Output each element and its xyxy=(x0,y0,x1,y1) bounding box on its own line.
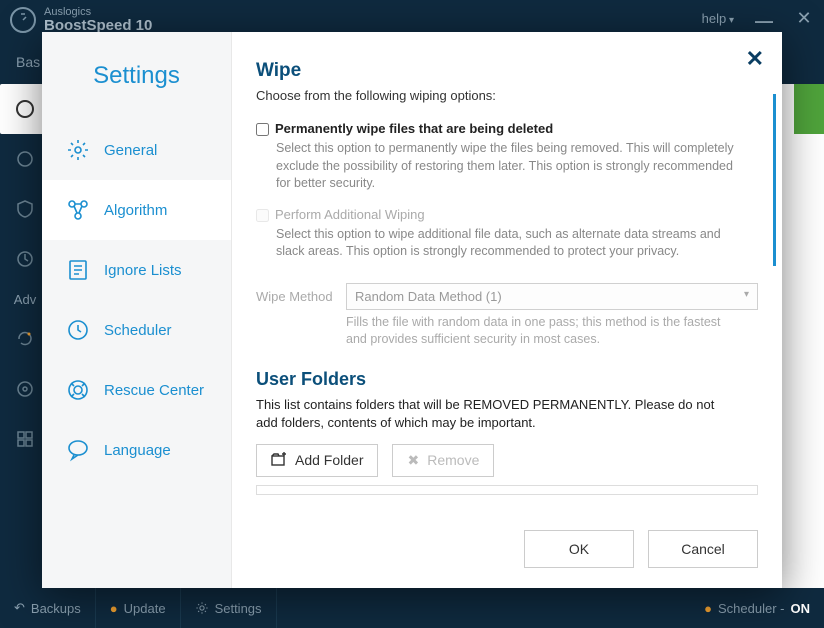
nav-left-label: Bas xyxy=(16,54,40,70)
bottom-backups-label: Backups xyxy=(31,601,81,616)
list-icon xyxy=(66,258,90,282)
settings-title: Settings xyxy=(42,62,231,90)
app-logo: Auslogics BoostSpeed 10 xyxy=(10,6,152,35)
cancel-button[interactable]: Cancel xyxy=(648,530,758,568)
add-folder-icon xyxy=(271,452,287,468)
scheduler-icon: ● xyxy=(704,601,712,616)
clock-icon xyxy=(66,318,90,342)
wipe-subtitle: Choose from the following wiping options… xyxy=(256,88,758,103)
help-menu[interactable]: help xyxy=(702,11,734,26)
remove-folder-button: ✖ Remove xyxy=(392,444,494,477)
sidebar-item-label: Ignore Lists xyxy=(104,262,182,279)
sidebar-item-algorithm[interactable]: Algorithm xyxy=(42,180,231,240)
close-window-button[interactable]: ✕ xyxy=(794,8,814,29)
wipe-method-row: Wipe Method Random Data Method (1) xyxy=(256,283,758,310)
speech-icon xyxy=(66,438,90,462)
settings-content: ✕ Wipe Choose from the following wiping … xyxy=(232,32,782,588)
option-label: Permanently wipe files that are being de… xyxy=(275,121,553,136)
sidebar-item-general[interactable]: General xyxy=(42,120,231,180)
sidebar-item-ignore-lists[interactable]: Ignore Lists xyxy=(42,240,231,300)
wipe-method-select[interactable]: Random Data Method (1) xyxy=(346,283,758,310)
scheduler-label: Scheduler - xyxy=(718,601,784,616)
minimize-button[interactable]: — xyxy=(754,11,774,32)
wipe-method-value: Random Data Method (1) xyxy=(355,289,502,304)
sidebar-item-label: Scheduler xyxy=(104,322,172,339)
remove-folder-label: Remove xyxy=(427,452,479,468)
scrollbar[interactable] xyxy=(773,94,776,266)
checkbox-permanent-wipe[interactable] xyxy=(256,123,269,136)
sidebar-item-label: General xyxy=(104,142,157,159)
bottom-update-label: Update xyxy=(124,601,166,616)
sidebar-item-label: Rescue Center xyxy=(104,382,204,399)
bottom-settings[interactable]: Settings xyxy=(181,588,277,628)
wipe-method-label: Wipe Method xyxy=(256,289,336,304)
user-folders-title: User Folders xyxy=(256,369,758,390)
ok-button[interactable]: OK xyxy=(524,530,634,568)
sidebar-item-label: Algorithm xyxy=(104,202,167,219)
option-label: Perform Additional Wiping xyxy=(275,207,425,222)
settings-dialog: Settings General Algorithm Ignore Lists … xyxy=(42,32,782,588)
remove-icon: ✖ xyxy=(407,452,419,469)
lifebuoy-icon xyxy=(66,378,90,402)
option-additional-wiping: Perform Additional Wiping Select this op… xyxy=(256,207,758,261)
option-permanent-wipe: Permanently wipe files that are being de… xyxy=(256,121,758,193)
gear-icon xyxy=(195,601,209,615)
close-dialog-button[interactable]: ✕ xyxy=(746,46,764,72)
user-folders-list[interactable] xyxy=(256,485,758,495)
sidebar-item-label: Language xyxy=(104,442,171,459)
option-desc: Select this option to permanently wipe t… xyxy=(276,140,738,193)
algorithm-icon xyxy=(66,198,90,222)
bottom-scheduler[interactable]: ● Scheduler - ON xyxy=(690,601,824,616)
stopwatch-icon xyxy=(10,7,36,33)
gear-icon xyxy=(66,138,90,162)
bottom-bar: ↶ Backups ● Update Settings ● Scheduler … xyxy=(0,588,824,628)
checkbox-additional-wiping xyxy=(256,209,269,222)
bottom-update[interactable]: ● Update xyxy=(96,588,181,628)
bottom-settings-label: Settings xyxy=(215,601,262,616)
add-folder-button[interactable]: Add Folder xyxy=(256,444,378,477)
wipe-title: Wipe xyxy=(256,60,758,82)
update-icon: ● xyxy=(110,601,118,616)
bottom-backups[interactable]: ↶ Backups xyxy=(0,588,96,628)
wipe-method-desc: Fills the file with random data in one p… xyxy=(346,314,758,349)
back-icon: ↶ xyxy=(14,600,25,616)
add-folder-label: Add Folder xyxy=(295,452,363,468)
option-desc: Select this option to wipe additional fi… xyxy=(276,226,738,261)
user-folders-desc: This list contains folders that will be … xyxy=(256,396,758,432)
sidebar-item-scheduler[interactable]: Scheduler xyxy=(42,300,231,360)
sidebar-item-rescue-center[interactable]: Rescue Center xyxy=(42,360,231,420)
settings-sidebar: Settings General Algorithm Ignore Lists … xyxy=(42,32,232,588)
scheduler-state: ON xyxy=(791,601,811,616)
brand-line1: Auslogics xyxy=(44,6,152,18)
sidebar-item-language[interactable]: Language xyxy=(42,420,231,480)
status-green-strip xyxy=(794,84,824,134)
